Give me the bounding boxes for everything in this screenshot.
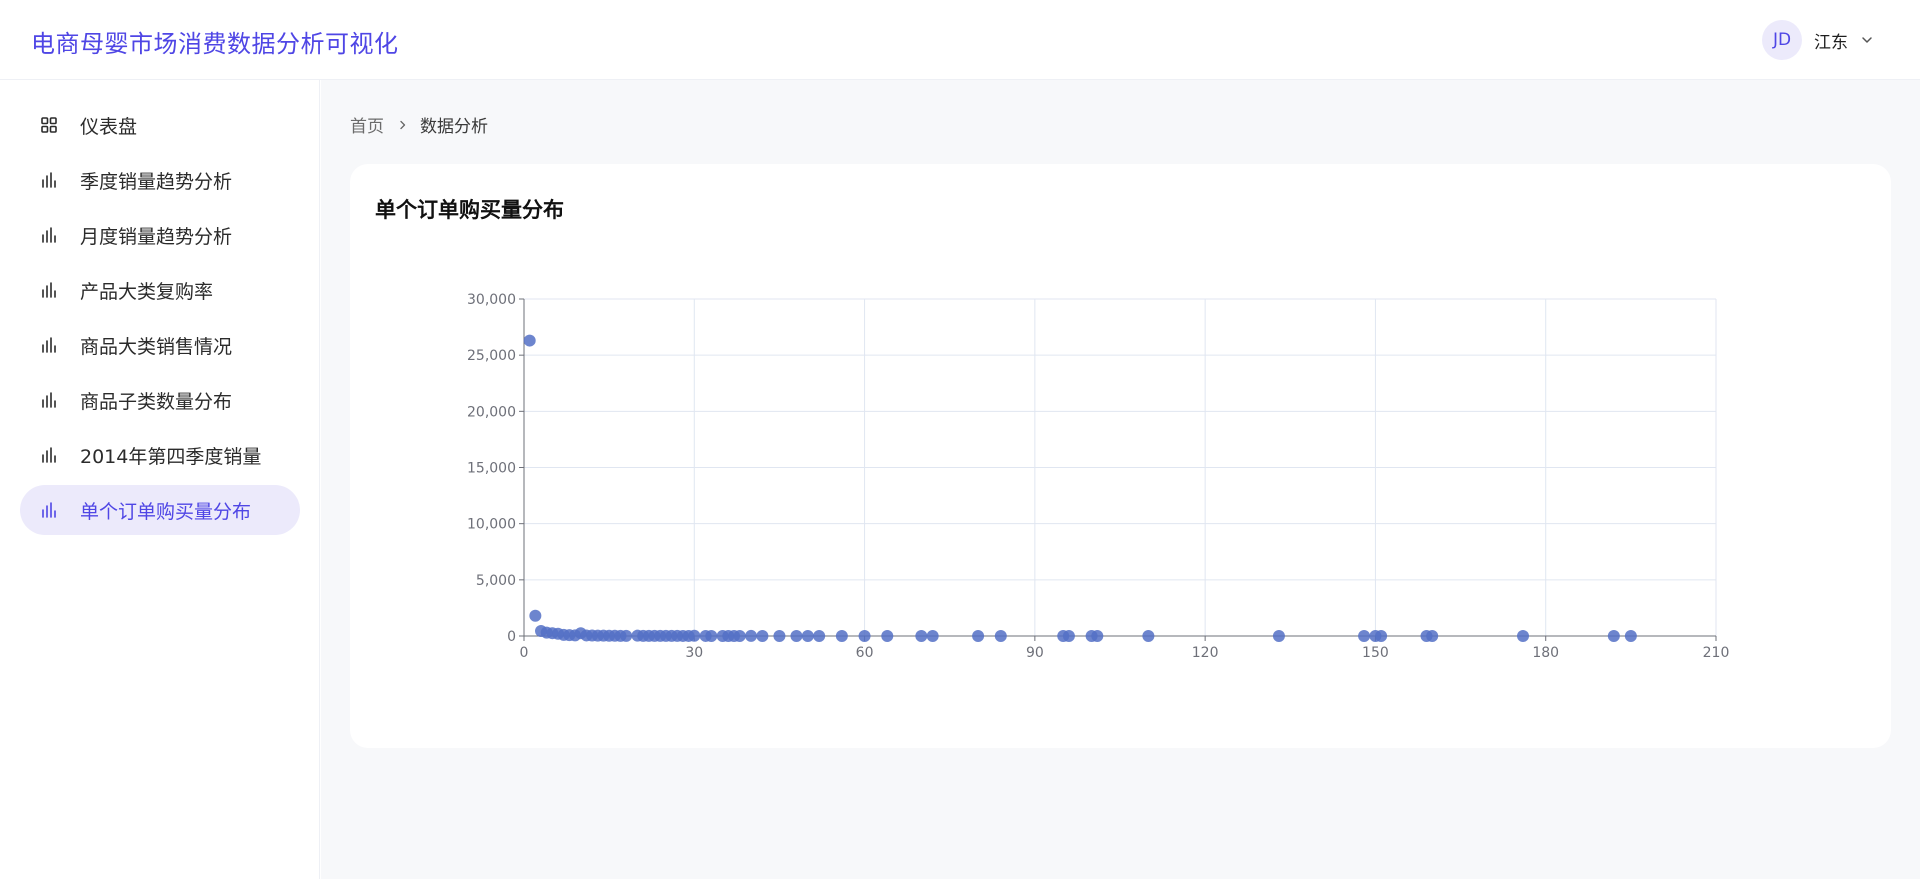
sidebar-item-repurchase-rate[interactable]: 产品大类复购率 bbox=[20, 265, 300, 315]
sidebar: 仪表盘 季度销量趋势分析 月度销量趋势分析 产品大类复购率 商品大类销售情况 商… bbox=[0, 80, 320, 879]
x-tick-label: 60 bbox=[856, 645, 874, 661]
scatter-point bbox=[688, 629, 701, 642]
scatter-point bbox=[705, 629, 718, 642]
username: 江东 bbox=[1814, 32, 1848, 53]
sidebar-item-monthly-trend[interactable]: 月度销量趋势分析 bbox=[20, 210, 300, 260]
x-tick-label: 30 bbox=[685, 645, 703, 661]
y-tick-label: 30,000 bbox=[467, 292, 516, 308]
breadcrumb-current: 数据分析 bbox=[420, 117, 488, 137]
sidebar-item-dashboard[interactable]: 仪表盘 bbox=[20, 100, 300, 150]
sidebar-item-order-quantity-distribution[interactable]: 单个订单购买量分布 bbox=[20, 485, 300, 535]
bar-chart-icon bbox=[42, 172, 56, 188]
x-tick-label: 120 bbox=[1192, 645, 1219, 661]
scatter-point bbox=[1358, 629, 1371, 642]
y-tick-label: 0 bbox=[507, 629, 516, 645]
sidebar-item-2014-q4-sales[interactable]: 2014年第四季度销量 bbox=[20, 430, 300, 480]
x-tick-label: 0 bbox=[520, 645, 529, 661]
sidebar-item-label: 季度销量趋势分析 bbox=[80, 170, 233, 193]
y-tick-label: 25,000 bbox=[467, 348, 516, 364]
scatter-point bbox=[620, 629, 633, 642]
app-header: 电商母婴市场消费数据分析可视化 JD 江东 bbox=[0, 0, 1920, 80]
bar-chart-icon bbox=[42, 392, 56, 408]
scatter-point bbox=[813, 629, 826, 642]
y-tick-label: 5,000 bbox=[476, 573, 516, 589]
x-tick-label: 90 bbox=[1026, 645, 1044, 661]
scatter-point bbox=[1272, 629, 1285, 642]
sidebar-item-quarterly-trend[interactable]: 季度销量趋势分析 bbox=[20, 155, 300, 205]
y-tick-label: 15,000 bbox=[467, 461, 516, 477]
sidebar-item-label: 仪表盘 bbox=[80, 115, 138, 138]
scatter-point bbox=[1062, 629, 1075, 642]
main-content: 首页 数据分析 单个订单购买量分布 0 5,000 10,000 15,000 20,0… bbox=[321, 80, 1920, 879]
sidebar-item-subcategory-distribution[interactable]: 商品子类数量分布 bbox=[20, 375, 300, 425]
chart-card: 单个订单购买量分布 0 5,000 10,000 15,000 20,000 25,000… bbox=[350, 164, 1891, 748]
bar-chart-icon bbox=[42, 502, 56, 518]
bar-chart-icon bbox=[42, 337, 56, 353]
sidebar-item-label: 商品大类销售情况 bbox=[80, 335, 233, 358]
scatter-point bbox=[1517, 629, 1530, 642]
scatter-point bbox=[733, 629, 746, 642]
scatter-point bbox=[1142, 629, 1155, 642]
scatter-point bbox=[915, 629, 928, 642]
sidebar-item-category-sales[interactable]: 商品大类销售情况 bbox=[20, 320, 300, 370]
chevron-down-icon[interactable] bbox=[1860, 33, 1874, 47]
chevron-right-icon bbox=[400, 120, 406, 129]
scatter-point bbox=[1624, 629, 1637, 642]
scatter-point bbox=[972, 629, 985, 642]
scatter-point bbox=[1375, 629, 1388, 642]
scatter-point bbox=[745, 629, 758, 642]
scatter-point bbox=[926, 629, 939, 642]
sidebar-item-label: 产品大类复购率 bbox=[80, 280, 214, 303]
scatter-point bbox=[1607, 629, 1620, 642]
sidebar-item-label: 月度销量趋势分析 bbox=[80, 225, 233, 248]
y-tick-label: 20,000 bbox=[467, 404, 516, 420]
scatter-point bbox=[801, 629, 814, 642]
bar-chart-icon bbox=[42, 227, 56, 243]
breadcrumb: 首页 数据分析 bbox=[350, 112, 488, 137]
dashboard-icon bbox=[41, 117, 57, 133]
scatter-point bbox=[1426, 629, 1439, 642]
app-title: 电商母婴市场消费数据分析可视化 bbox=[31, 30, 399, 58]
bar-chart-icon bbox=[42, 282, 56, 298]
scatter-point bbox=[835, 629, 848, 642]
sidebar-item-label: 商品子类数量分布 bbox=[80, 390, 233, 413]
bar-chart-icon bbox=[42, 447, 56, 463]
scatter-point bbox=[773, 629, 786, 642]
scatter-point bbox=[790, 629, 803, 642]
sidebar-item-label: 单个订单购买量分布 bbox=[80, 500, 252, 523]
scatter-point bbox=[858, 629, 871, 642]
scatter-point bbox=[994, 629, 1007, 642]
x-tick-label: 150 bbox=[1362, 645, 1389, 661]
scatter-chart: 0 5,000 10,000 15,000 20,000 25,000 30,000 0 30 6… bbox=[467, 292, 1730, 661]
sidebar-item-label: 2014年第四季度销量 bbox=[80, 445, 262, 468]
y-tick-label: 10,000 bbox=[467, 517, 516, 533]
x-tick-label: 180 bbox=[1532, 645, 1559, 661]
scatter-point bbox=[1091, 629, 1104, 642]
scatter-point bbox=[881, 629, 894, 642]
avatar[interactable]: JD bbox=[1762, 20, 1802, 60]
scatter-point bbox=[529, 609, 542, 622]
x-tick-label: 210 bbox=[1703, 645, 1730, 661]
scatter-point bbox=[756, 629, 769, 642]
scatter-point bbox=[523, 334, 536, 347]
breadcrumb-home-link[interactable]: 首页 bbox=[350, 112, 384, 137]
user-menu[interactable]: JD 江东 bbox=[1762, 20, 1874, 60]
